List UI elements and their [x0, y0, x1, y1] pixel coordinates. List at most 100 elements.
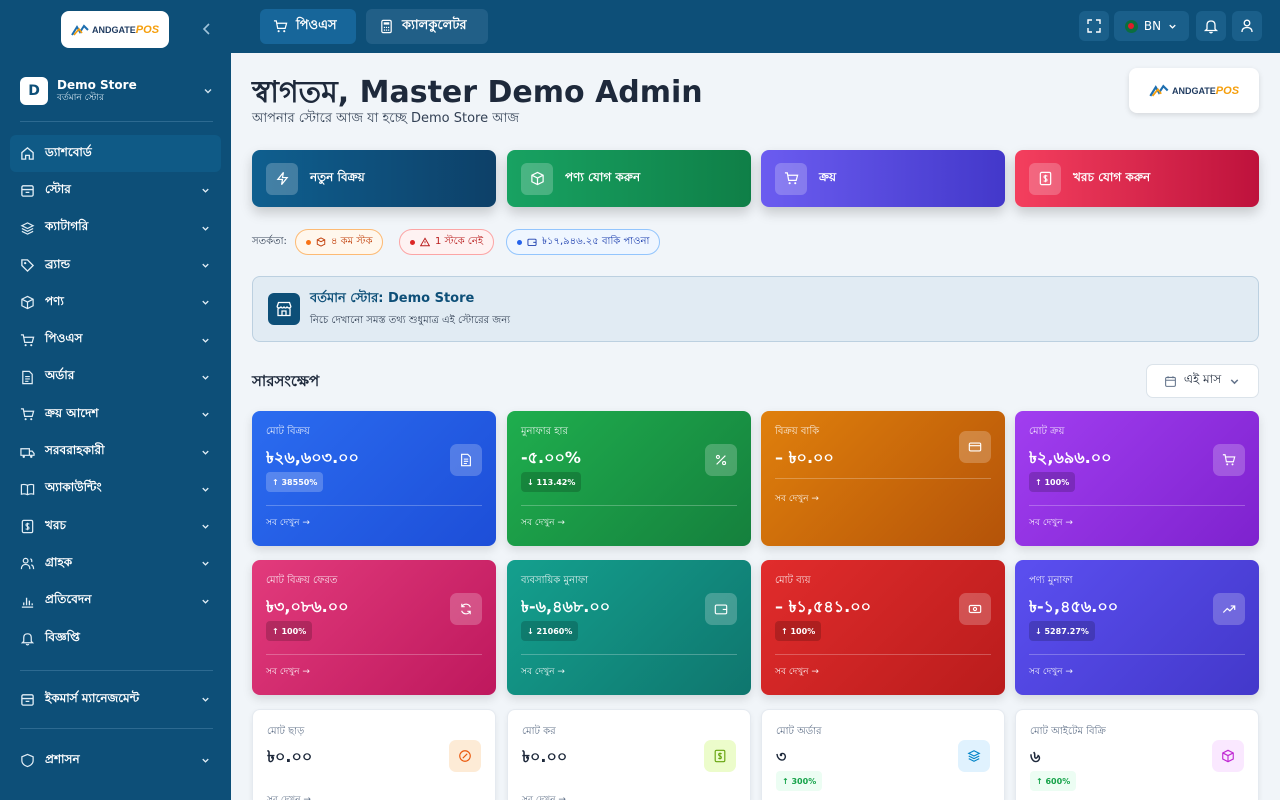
see-all-link[interactable]: সব দেখুন → — [775, 664, 819, 679]
sidebar-item-label: বিজ্ঞপ্তি — [45, 629, 80, 644]
sidebar-item-dashboard[interactable]: ড্যাশবোর্ড — [10, 135, 221, 173]
card-value: ৳০.০০ — [522, 747, 568, 766]
sidebar-item-ecommerce[interactable]: ইকমার্স ম্যানেজমেন্ট — [10, 681, 221, 718]
sidebar-item-category[interactable]: ক্যাটাগরি — [10, 210, 221, 247]
see-all-link[interactable]: সব দেখুন → — [521, 664, 565, 679]
calculator-icon — [381, 19, 392, 34]
truck-icon — [20, 447, 35, 458]
store-selector[interactable]: D Demo Store বর্তমান স্টোর — [20, 75, 214, 107]
warning-icon — [420, 237, 430, 247]
card-value: ৳-৬,৪৬৮.০০ — [521, 597, 611, 616]
sidebar: ANDGATEPOS D Demo Store বর্তমান স্টোর ড্… — [0, 0, 231, 800]
cart-icon — [784, 172, 798, 185]
sidebar-item-supplier[interactable]: সরবরাহকারী — [10, 433, 221, 470]
total-orders-card[interactable]: মোট অর্ডার ৩ ↑ 300% — [761, 709, 1005, 800]
card-title: মোট ছাড় — [267, 726, 305, 737]
add-expense-button[interactable]: খরচ যোগ করুন — [1015, 150, 1259, 207]
sidebar-item-store[interactable]: স্টোর — [10, 172, 221, 209]
card-badge: ↓ 21060% — [521, 621, 579, 641]
user-menu-button[interactable] — [1232, 11, 1262, 41]
profit-margin-card[interactable]: মুনাফার হার -৫.০০% ↓ 113.42% সব দেখুন → — [507, 411, 751, 546]
chevron-down-icon — [1169, 24, 1176, 29]
summary-heading: সারসংক্ষেপ — [252, 372, 320, 390]
sidebar-item-admin[interactable]: প্রশাসন — [10, 742, 221, 779]
sidebar-collapse-button[interactable] — [200, 22, 214, 36]
language-selector[interactable]: BN — [1114, 11, 1189, 41]
chevron-down-icon — [202, 338, 209, 343]
new-sale-button[interactable]: নতুন বিক্রয় — [252, 150, 496, 207]
sidebar-item-order[interactable]: অর্ডার — [10, 359, 221, 396]
sidebar-item-label: স্টোর — [45, 181, 71, 196]
chevron-down-icon — [202, 524, 209, 529]
sales-due-card[interactable]: বিক্রয় বাকি – ৳০.০০ সব দেখুন → — [761, 411, 1005, 546]
see-all-link[interactable]: সব দেখুন → — [522, 792, 566, 800]
card-title: মোট বিক্রয় — [266, 426, 310, 437]
wallet-icon — [714, 604, 728, 615]
cash-icon — [968, 604, 982, 614]
chevron-down-icon — [202, 375, 209, 380]
total-items-sold-card[interactable]: মোট আইটেম বিক্রি ৬ ↑ 600% — [1015, 709, 1259, 800]
business-profit-card[interactable]: ব্যবসায়িক মুনাফা ৳-৬,৪৬৮.০০ ↓ 21060% সব… — [507, 560, 751, 695]
total-sales-card[interactable]: মোট বিক্রয় ৳২৬,৬০৩.০০ ↑ 38550% সব দেখুন… — [252, 411, 496, 546]
see-all-link[interactable]: সব দেখুন → — [267, 792, 311, 800]
user-icon — [1241, 19, 1253, 33]
see-all-link[interactable]: সব দেখুন → — [266, 515, 310, 530]
chevron-down-icon — [204, 89, 212, 94]
see-all-link[interactable]: সব দেখুন → — [521, 515, 565, 530]
see-all-link[interactable]: সব দেখুন → — [1029, 664, 1073, 679]
card-badge: ↑ 100% — [775, 621, 822, 641]
logo-text: ANDGATEPOS — [91, 23, 160, 36]
sidebar-item-pos[interactable]: পিওএস — [10, 321, 221, 358]
pos-button[interactable]: পিওএস — [260, 9, 356, 44]
sales-return-card[interactable]: মোট বিক্রয় ফেরত ৳৩,০৮৬.০০ ↑ 100% সব দেখ… — [252, 560, 496, 695]
chevron-down-icon — [202, 263, 209, 268]
sidebar-logo[interactable]: ANDGATEPOS — [61, 11, 169, 48]
sidebar-item-accounting[interactable]: অ্যাকাউন্টিং — [10, 471, 221, 508]
sidebar-item-customer[interactable]: গ্রাহক — [10, 545, 221, 582]
sidebar-item-report[interactable]: প্রতিবেদন — [10, 583, 221, 620]
total-purchase-card[interactable]: মোট ক্রয় ৳২,৬৯৬.০০ ↑ 100% সব দেখুন → — [1015, 411, 1259, 546]
sidebar-item-brand[interactable]: ব্র্যান্ড — [10, 247, 221, 284]
sidebar-item-label: প্রশাসন — [45, 751, 80, 766]
total-tax-card[interactable]: মোট কর ৳০.০০ সব দেখুন → — [507, 709, 751, 800]
sidebar-item-expense[interactable]: খরচ — [10, 508, 221, 545]
fullscreen-icon — [1087, 19, 1101, 33]
sidebar-item-label: ব্র্যান্ড — [45, 256, 71, 271]
sidebar-item-product[interactable]: পণ্য — [10, 284, 221, 321]
layers-icon — [20, 221, 35, 235]
add-product-button[interactable]: পণ্য যোগ করুন — [507, 150, 751, 207]
home-icon — [21, 147, 34, 160]
card-badge: ↓ 113.42% — [521, 472, 582, 492]
top-bar: পিওএস ক্যালকুলেটর BN — [231, 0, 1280, 53]
sidebar-item-label: অর্ডার — [45, 368, 75, 383]
logo-text: ANDGATEPOS — [1171, 84, 1240, 97]
see-all-link[interactable]: সব দেখুন → — [775, 491, 819, 506]
period-select[interactable]: এই মাস — [1146, 364, 1259, 398]
purchase-button[interactable]: ক্রয় — [761, 150, 1005, 207]
sidebar-item-purchase-order[interactable]: ক্রয় আদেশ — [10, 396, 221, 433]
sidebar-item-label: ক্যাটাগরি — [45, 219, 89, 234]
low-stock-chip[interactable]: ৪ কম স্টক — [295, 229, 384, 255]
document-icon — [461, 453, 471, 467]
sidebar-divider — [20, 728, 213, 729]
due-amount-text: ৳১৭,৯৪৬.২৫ বাকি পাওনা — [542, 235, 650, 247]
storefront-icon — [276, 301, 292, 317]
chevron-down-icon — [202, 599, 209, 604]
chevron-down-icon — [202, 697, 209, 702]
total-discount-card[interactable]: মোট ছাড় ৳০.০০ সব দেখুন → — [252, 709, 496, 800]
card-badge: ↑ 100% — [1029, 472, 1076, 492]
card-title: মোট ব্যয় — [775, 575, 811, 586]
sidebar-item-notification[interactable]: বিজ্ঞপ্তি — [10, 620, 221, 657]
see-all-link[interactable]: সব দেখুন → — [266, 664, 310, 679]
calculator-button[interactable]: ক্যালকুলেটর — [366, 9, 488, 44]
store-icon — [21, 185, 34, 198]
fullscreen-button[interactable] — [1079, 11, 1109, 41]
tag-icon — [21, 259, 35, 273]
total-expense-card[interactable]: মোট ব্যয় – ৳১,৫৪১.০০ ↑ 100% সব দেখুন → — [761, 560, 1005, 695]
due-amount-chip[interactable]: ৳১৭,৯৪৬.২৫ বাকি পাওনা — [506, 229, 661, 255]
sidebar-item-label: পণ্য — [45, 293, 64, 308]
see-all-link[interactable]: সব দেখুন → — [1029, 515, 1073, 530]
product-profit-card[interactable]: পণ্য মুনাফা ৳-১,৪৫৬.০০ ↓ 5287.27% সব দেখ… — [1015, 560, 1259, 695]
notifications-button[interactable] — [1196, 11, 1226, 41]
out-of-stock-chip[interactable]: 1 স্টকে নেই — [399, 229, 495, 255]
